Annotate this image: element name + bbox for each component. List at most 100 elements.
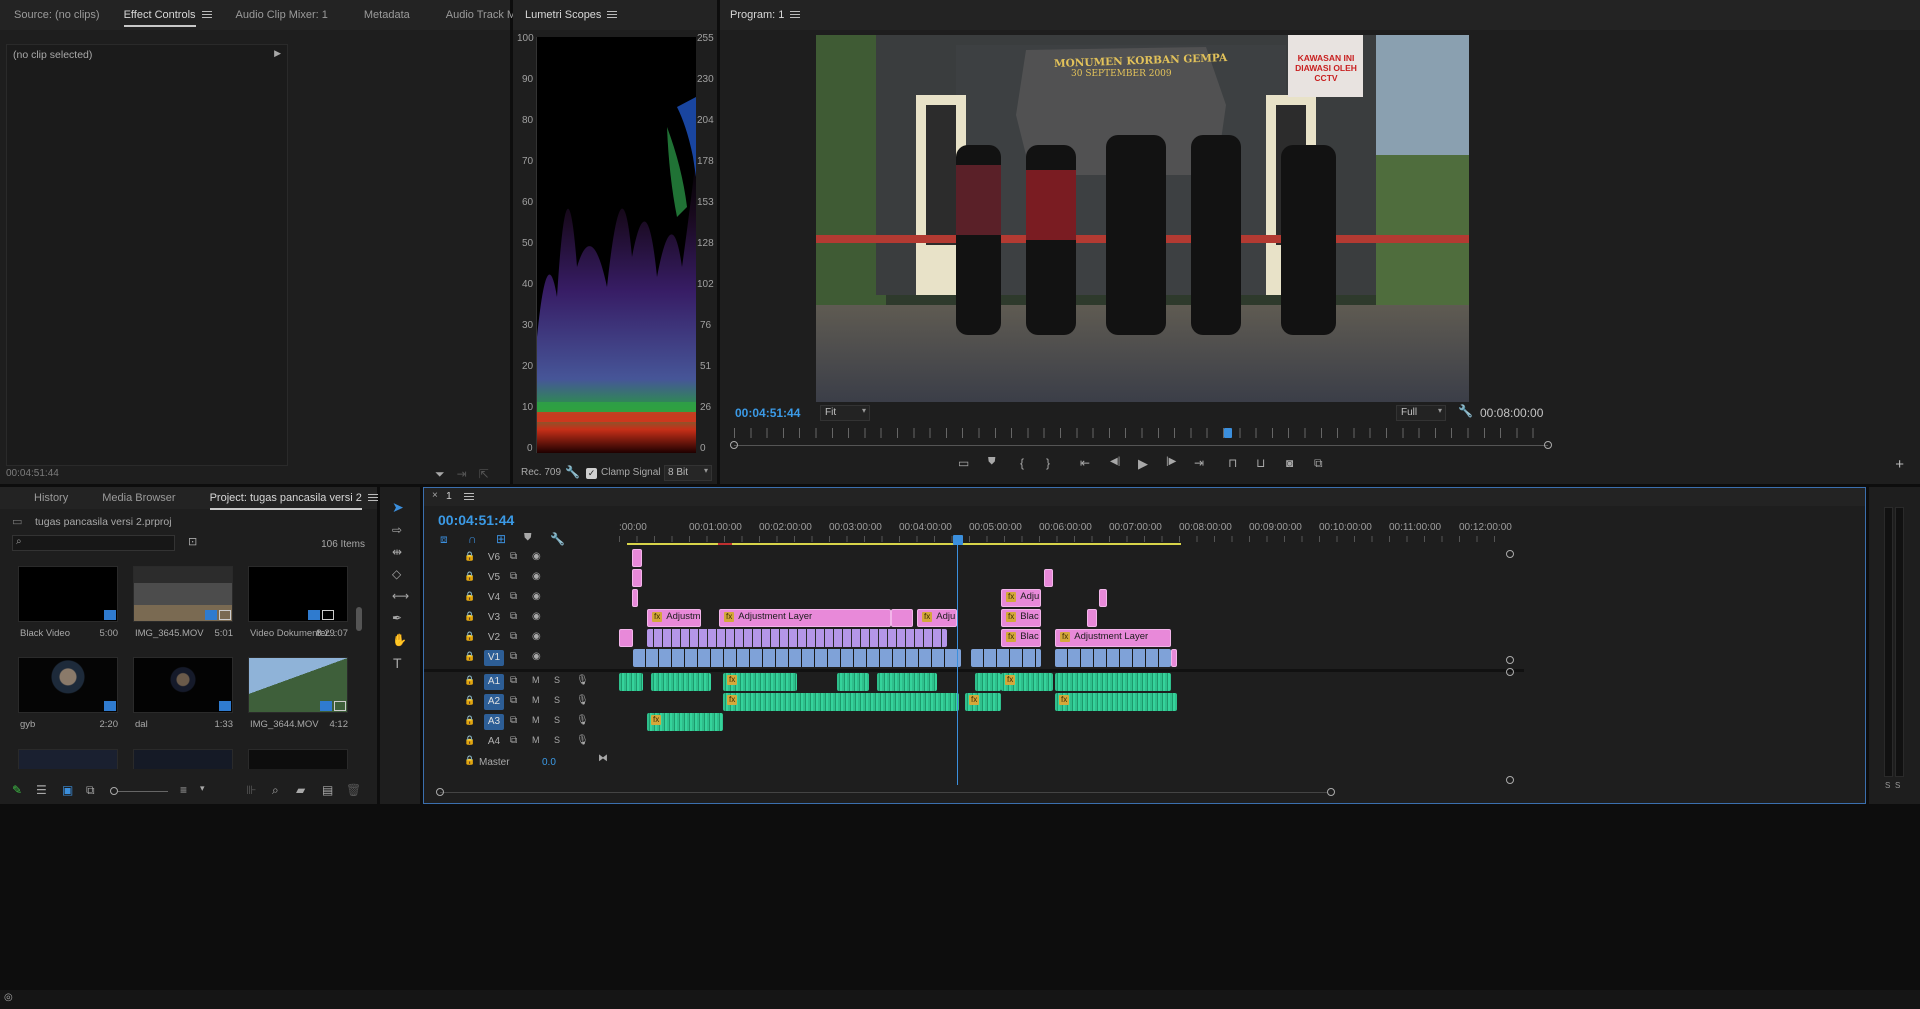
list-view-icon[interactable]: ☰: [36, 783, 47, 797]
bit-depth-dropdown[interactable]: 8 Bit ▾: [664, 465, 712, 481]
timeline-clip[interactable]: fx Blac: [1001, 629, 1041, 647]
solo-left-label[interactable]: S: [1885, 781, 1890, 790]
out-point-handle[interactable]: [1544, 441, 1552, 449]
timeline-clip[interactable]: [975, 673, 1001, 691]
zoom-right-handle[interactable]: [1327, 788, 1335, 796]
tab-media-browser[interactable]: Media Browser: [80, 487, 197, 509]
timeline-clip[interactable]: fx Adjustment Layer: [1055, 629, 1171, 647]
export-frame-camera-icon[interactable]: ◙: [1286, 456, 1293, 470]
timeline-menu-icon[interactable]: [464, 493, 474, 501]
lock-icon[interactable]: 🔒: [464, 695, 475, 706]
step-forward-icon[interactable]: |▶: [1166, 456, 1176, 467]
timeline-clip[interactable]: [633, 649, 961, 667]
timeline-clip[interactable]: [837, 673, 869, 691]
timeline-clip[interactable]: [632, 569, 642, 587]
selection-tool-icon[interactable]: ➤: [392, 499, 404, 516]
toggle-sync-icon[interactable]: ⧉: [510, 695, 517, 706]
video-track-target[interactable]: V2: [484, 630, 504, 646]
freeform-view-icon[interactable]: ⧉: [86, 783, 95, 798]
lock-icon[interactable]: 🔒: [464, 735, 475, 746]
work-area-bar[interactable]: [627, 543, 1181, 545]
timeline-clip[interactable]: [1044, 569, 1053, 587]
new-item-icon[interactable]: ▤: [322, 783, 333, 797]
video-track-target[interactable]: V3: [484, 610, 504, 626]
program-settings-wrench-icon[interactable]: 🔧: [1458, 404, 1473, 418]
add-marker-icon[interactable]: ⛊: [988, 456, 996, 467]
timeline-clip[interactable]: fx Adjustment Layer: [719, 609, 891, 627]
tab-audio-clip-mixer[interactable]: Audio Clip Mixer: 1: [224, 0, 340, 30]
timeline-clip[interactable]: [619, 673, 643, 691]
scroll-handle-mid2[interactable]: [1506, 668, 1514, 676]
add-marker-icon[interactable]: ⛊: [524, 532, 532, 543]
tab-program[interactable]: Program: 1: [720, 0, 812, 30]
lock-icon[interactable]: 🔒: [464, 651, 475, 662]
lift-icon[interactable]: ⊓: [1228, 456, 1237, 470]
program-time-ruler[interactable]: [730, 428, 1552, 450]
video-track-target[interactable]: V4: [484, 590, 504, 606]
track-height-scroller[interactable]: [1506, 550, 1518, 790]
lock-icon[interactable]: 🔒: [464, 715, 475, 726]
toggle-sync-icon[interactable]: ⧉: [510, 591, 517, 602]
tab-lumetri-scopes[interactable]: Lumetri Scopes: [513, 0, 629, 30]
lock-icon[interactable]: 🔒: [464, 591, 475, 602]
mute-button[interactable]: M: [532, 695, 540, 705]
safe-margins-icon[interactable]: ▭: [958, 456, 969, 470]
video-track-target[interactable]: V5: [484, 570, 504, 586]
tab-history[interactable]: History: [0, 487, 80, 509]
tab-effect-controls[interactable]: Effect Controls: [112, 0, 224, 30]
tab-metadata[interactable]: Metadata: [340, 0, 434, 30]
go-to-in-icon[interactable]: ⇤: [1080, 456, 1090, 470]
timeline-zoom-scrollbar[interactable]: [436, 788, 1335, 798]
pencil-icon[interactable]: ✎: [12, 783, 22, 797]
go-to-out-icon[interactable]: ⇥: [1194, 456, 1204, 470]
timeline-clip[interactable]: [647, 629, 947, 647]
timeline-clip[interactable]: fx: [965, 693, 1001, 711]
play-icon[interactable]: ▶: [1138, 456, 1148, 472]
timeline-clip[interactable]: fx: [723, 673, 797, 691]
playback-quality-dropdown[interactable]: Full ▾: [1396, 405, 1446, 421]
ripple-edit-tool-icon[interactable]: ⇹: [392, 545, 402, 559]
eye-icon[interactable]: ◉: [532, 591, 541, 602]
lock-icon[interactable]: 🔒: [464, 551, 475, 562]
find-icon[interactable]: ⌕: [272, 783, 279, 798]
timeline-clip[interactable]: [632, 549, 642, 567]
step-back-icon[interactable]: ◀|: [1110, 456, 1120, 467]
program-playhead[interactable]: [1224, 428, 1233, 438]
timeline-clip[interactable]: fx: [1001, 673, 1053, 691]
in-point-handle[interactable]: [730, 441, 738, 449]
timeline-clip[interactable]: [1055, 673, 1171, 691]
zoom-fit-dropdown[interactable]: Fit ▾: [820, 405, 870, 421]
slip-tool-icon[interactable]: ⟷: [392, 589, 409, 603]
timeline-clip[interactable]: fx Adju: [917, 609, 957, 627]
toggle-sync-icon[interactable]: ⧉: [510, 611, 517, 622]
scroll-handle-bottom[interactable]: [1506, 776, 1514, 784]
solo-button[interactable]: S: [554, 695, 560, 705]
audio-track-target[interactable]: A4: [484, 734, 504, 750]
lock-icon[interactable]: 🔒: [464, 631, 475, 642]
clamp-signal-checkbox[interactable]: ✓: [586, 468, 597, 479]
eye-icon[interactable]: ◉: [532, 571, 541, 582]
solo-button[interactable]: S: [554, 715, 560, 725]
lock-icon[interactable]: 🔒: [464, 611, 475, 622]
video-track-target[interactable]: V1: [484, 650, 504, 666]
sequence-tab-label[interactable]: 1: [446, 490, 452, 502]
mute-button[interactable]: M: [532, 715, 540, 725]
zoom-slider-handle[interactable]: [110, 787, 118, 795]
timeline-clip[interactable]: [1099, 589, 1107, 607]
tab-source[interactable]: Source: (no clips): [0, 0, 112, 30]
toggle-sync-icon[interactable]: ⧉: [510, 675, 517, 686]
export-icon[interactable]: ⇥: [457, 466, 467, 482]
timeline-clip[interactable]: fxAdjustme: [647, 609, 701, 627]
comparison-view-icon[interactable]: ⧉: [1314, 456, 1323, 471]
solo-right-label[interactable]: S: [1895, 781, 1900, 790]
microphone-icon[interactable]: 🎙: [576, 695, 589, 706]
mute-button[interactable]: M: [532, 735, 540, 745]
toggle-sync-icon[interactable]: ⧉: [510, 651, 517, 662]
timeline-clip[interactable]: fx: [647, 713, 723, 731]
mark-out-icon[interactable]: }: [1046, 456, 1050, 470]
chevron-down-icon[interactable]: ▾: [200, 783, 205, 794]
type-tool-icon[interactable]: T: [393, 655, 402, 671]
audio-track-target[interactable]: A1: [484, 674, 504, 690]
audio-track-target[interactable]: A2: [484, 694, 504, 710]
toggle-sync-icon[interactable]: ⧉: [510, 551, 517, 562]
